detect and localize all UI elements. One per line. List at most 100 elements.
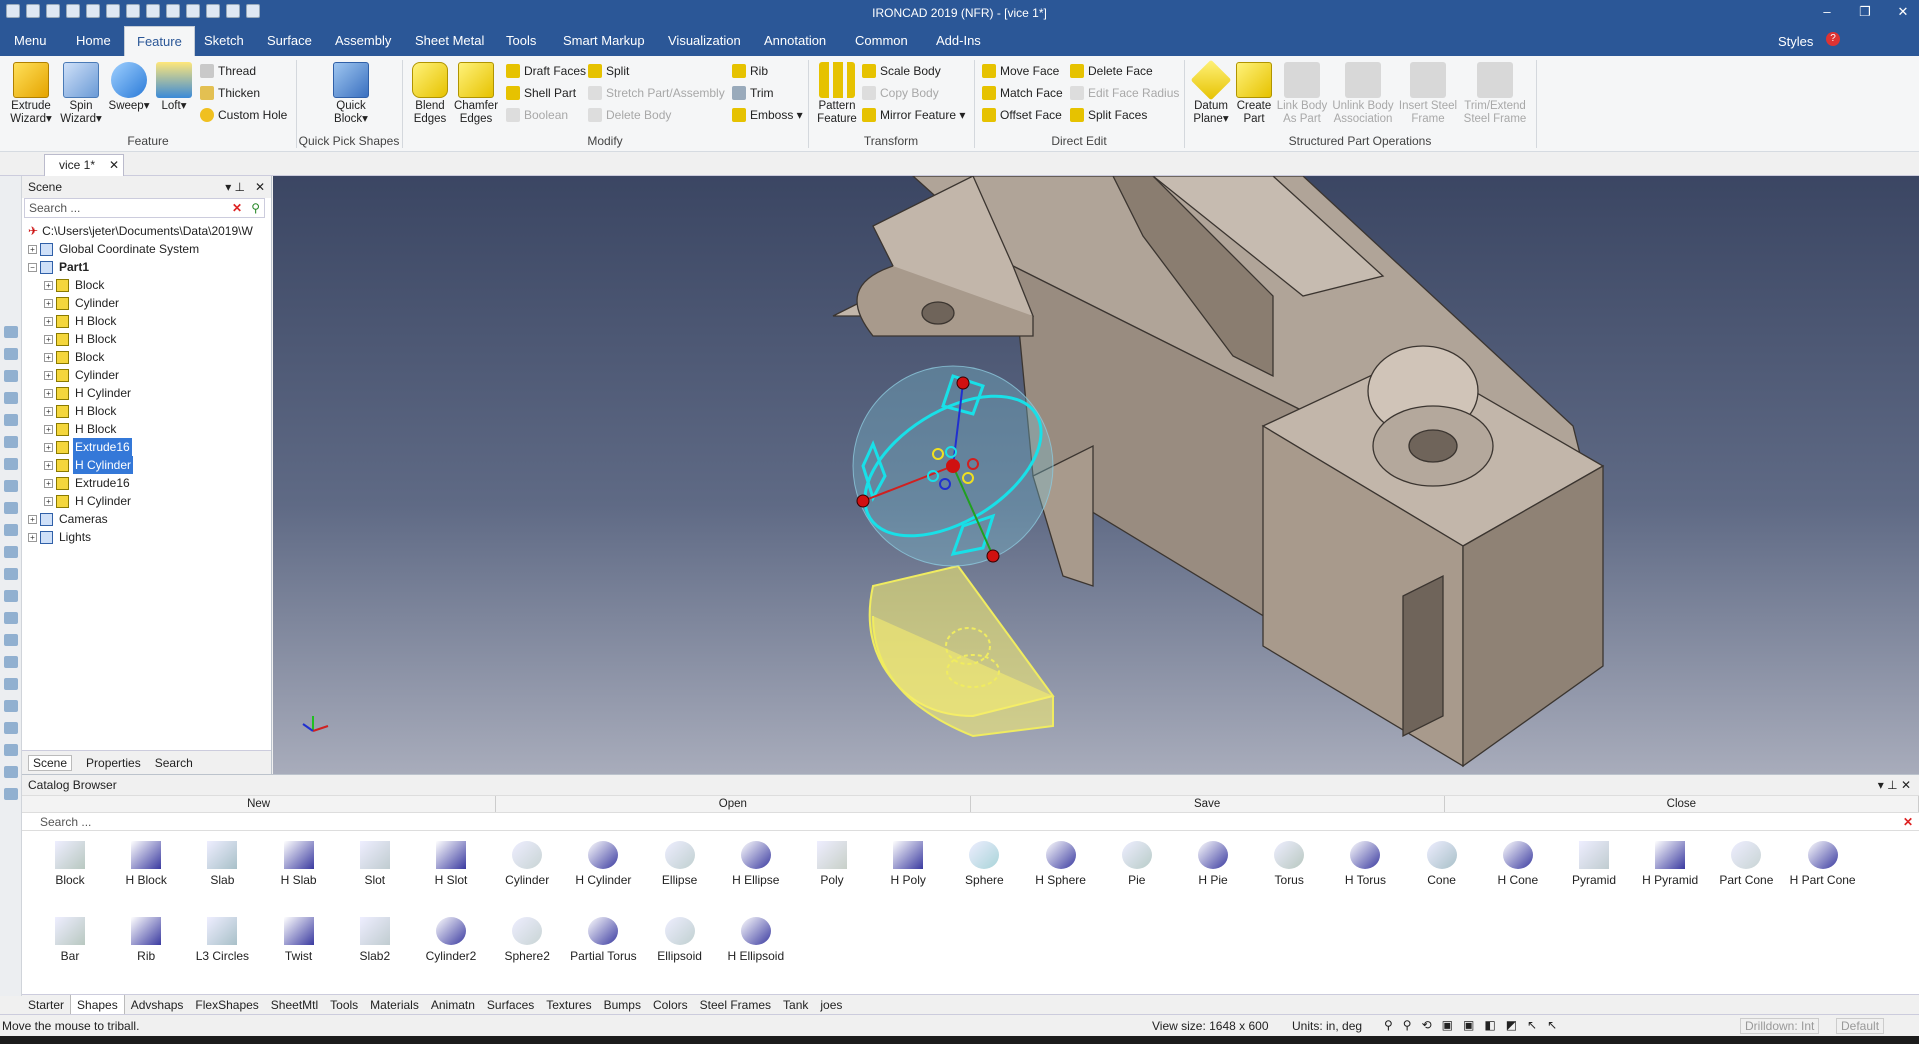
catalog-shape-item[interactable]: H Pyramid bbox=[1630, 841, 1710, 887]
tool-icon[interactable] bbox=[4, 678, 18, 690]
catalog-shape-item[interactable]: Poly bbox=[792, 841, 872, 887]
catalog-shape-item[interactable]: Block bbox=[30, 841, 110, 887]
mirror-feature-button[interactable]: Mirror Feature ▾ bbox=[862, 108, 965, 122]
catalog-shape-item[interactable]: H Ellipse bbox=[716, 841, 796, 887]
quick-block-button[interactable]: Quick Block▾ bbox=[328, 62, 374, 126]
tool-icon[interactable] bbox=[4, 436, 18, 448]
catalog-shape-item[interactable]: Pie bbox=[1097, 841, 1177, 887]
tool-icon[interactable] bbox=[4, 414, 18, 426]
tab-assembly[interactable]: Assembly bbox=[323, 26, 403, 56]
insert-steel-frame-button[interactable]: Insert Steel Frame bbox=[1398, 62, 1458, 126]
catalog-tab[interactable]: Colors bbox=[647, 995, 694, 1015]
tree-item[interactable]: + Extrude16 bbox=[44, 438, 132, 456]
catalog-close-button[interactable]: Close bbox=[1445, 796, 1919, 812]
tool-icon[interactable] bbox=[4, 612, 18, 624]
catalog-tab[interactable]: joes bbox=[814, 995, 848, 1015]
tree-item[interactable]: + H Cylinder bbox=[44, 384, 133, 402]
camera-icon[interactable]: ◩ bbox=[1506, 1018, 1517, 1032]
scale-body-button[interactable]: Scale Body bbox=[862, 64, 941, 78]
shell-part-button[interactable]: Shell Part bbox=[506, 86, 576, 100]
tab-common[interactable]: Common bbox=[843, 26, 920, 56]
catalog-shape-item[interactable]: Partial Torus bbox=[563, 917, 643, 963]
tree-item[interactable]: + Cameras bbox=[28, 510, 110, 528]
tool-icon[interactable] bbox=[4, 722, 18, 734]
expand-icon[interactable]: + bbox=[44, 370, 53, 380]
clear-search-icon[interactable]: ✕ bbox=[1903, 813, 1913, 831]
unlink-body-association-button[interactable]: Unlink Body Association bbox=[1330, 62, 1396, 126]
tab-visualization[interactable]: Visualization bbox=[656, 26, 753, 56]
datum-plane-button[interactable]: Datum Plane▾ bbox=[1188, 59, 1234, 126]
close-tab-icon[interactable]: ✕ bbox=[109, 155, 119, 175]
tree-item[interactable]: + H Block bbox=[44, 420, 118, 438]
close-panel-icon[interactable]: ✕ bbox=[255, 176, 265, 198]
catalog-shape-item[interactable]: H Pie bbox=[1173, 841, 1253, 887]
spin-wizard-button[interactable]: Spin Wizard▾ bbox=[58, 62, 104, 126]
expand-icon[interactable]: − bbox=[28, 262, 37, 272]
tab-add-ins[interactable]: Add-Ins bbox=[924, 26, 993, 56]
tab-home[interactable]: Home bbox=[64, 26, 123, 56]
catalog-shape-item[interactable]: L3 Circles bbox=[182, 917, 262, 963]
catalog-tab[interactable]: Surfaces bbox=[481, 995, 540, 1015]
render-mode-icon[interactable]: ▣ bbox=[1463, 1018, 1474, 1032]
expand-icon[interactable]: + bbox=[44, 406, 53, 416]
tree-item[interactable]: + Lights bbox=[28, 528, 93, 546]
draft-faces-button[interactable]: Draft Faces bbox=[506, 64, 586, 78]
tool-icon[interactable] bbox=[4, 656, 18, 668]
catalog-shape-item[interactable]: H Torus bbox=[1325, 841, 1405, 887]
catalog-shape-item[interactable]: H Cone bbox=[1478, 841, 1558, 887]
catalog-shape-item[interactable]: Torus bbox=[1249, 841, 1329, 887]
select-icon[interactable]: ↖ bbox=[1527, 1018, 1537, 1032]
tree-item[interactable]: − Part1 bbox=[28, 258, 91, 276]
catalog-shape-item[interactable]: H Slab bbox=[259, 841, 339, 887]
3d-viewport[interactable] bbox=[273, 175, 1919, 774]
pattern-feature-button[interactable]: Pattern Feature bbox=[814, 62, 860, 126]
tool-icon[interactable] bbox=[4, 766, 18, 778]
tool-icon[interactable] bbox=[4, 700, 18, 712]
tab-annotation[interactable]: Annotation bbox=[752, 26, 838, 56]
catalog-tab[interactable]: Materials bbox=[364, 995, 425, 1015]
rib-button[interactable]: Rib bbox=[732, 64, 768, 78]
tree-root[interactable]: ✈ C:\Users\jeter\Documents\Data\2019\W bbox=[28, 222, 253, 240]
filter-icon[interactable]: ⚲ bbox=[251, 199, 260, 217]
catalog-tab[interactable]: Tools bbox=[324, 995, 364, 1015]
thread-button[interactable]: Thread bbox=[200, 64, 256, 78]
tree-item[interactable]: + Block bbox=[44, 348, 106, 366]
expand-icon[interactable]: + bbox=[44, 442, 53, 452]
tool-icon[interactable] bbox=[4, 458, 18, 470]
catalog-tab[interactable]: Bumps bbox=[598, 995, 647, 1015]
tree-item[interactable]: + H Cylinder bbox=[44, 492, 133, 510]
help-icon[interactable]: ? bbox=[1826, 32, 1840, 46]
catalog-shape-item[interactable]: H Block bbox=[106, 841, 186, 887]
expand-icon[interactable]: + bbox=[44, 334, 53, 344]
section-icon[interactable]: ◧ bbox=[1484, 1018, 1495, 1032]
tool-icon[interactable] bbox=[4, 788, 18, 800]
catalog-shape-item[interactable]: Slab bbox=[182, 841, 262, 887]
expand-icon[interactable]: + bbox=[44, 298, 53, 308]
tree-item[interactable]: + Cylinder bbox=[44, 366, 121, 384]
emboss-button[interactable]: Emboss ▾ bbox=[732, 108, 803, 122]
expand-icon[interactable]: + bbox=[44, 352, 53, 362]
catalog-shape-item[interactable]: Ellipsoid bbox=[640, 917, 720, 963]
expand-icon[interactable]: + bbox=[44, 478, 53, 488]
catalog-shape-item[interactable]: Sphere2 bbox=[487, 917, 567, 963]
split-faces-button[interactable]: Split Faces bbox=[1070, 108, 1147, 122]
tab-feature[interactable]: Feature bbox=[124, 26, 195, 56]
tool-icon[interactable] bbox=[4, 634, 18, 646]
catalog-tab[interactable]: Animatn bbox=[425, 995, 481, 1015]
tree-item[interactable]: + Block bbox=[44, 276, 106, 294]
move-face-button[interactable]: Move Face bbox=[982, 64, 1059, 78]
catalog-save-button[interactable]: Save bbox=[971, 796, 1445, 812]
tool-icon[interactable] bbox=[4, 546, 18, 558]
catalog-tab[interactable]: SheetMtl bbox=[265, 995, 324, 1015]
blend-edges-button[interactable]: Blend Edges bbox=[410, 62, 450, 126]
tool-icon[interactable] bbox=[4, 502, 18, 514]
orbit-icon[interactable]: ⟲ bbox=[1422, 1018, 1432, 1032]
tree-item[interactable]: + H Block bbox=[44, 330, 118, 348]
catalog-shape-item[interactable]: H Part Cone bbox=[1783, 841, 1863, 887]
catalog-tab[interactable]: Steel Frames bbox=[694, 995, 777, 1015]
catalog-search-input[interactable]: Search ... ✕ bbox=[22, 813, 1919, 831]
split-button[interactable]: Split bbox=[588, 64, 629, 78]
boolean-button[interactable]: Boolean bbox=[506, 108, 568, 122]
zoom-icon[interactable]: ⚲ bbox=[1384, 1018, 1393, 1032]
tab-sketch[interactable]: Sketch bbox=[192, 26, 256, 56]
